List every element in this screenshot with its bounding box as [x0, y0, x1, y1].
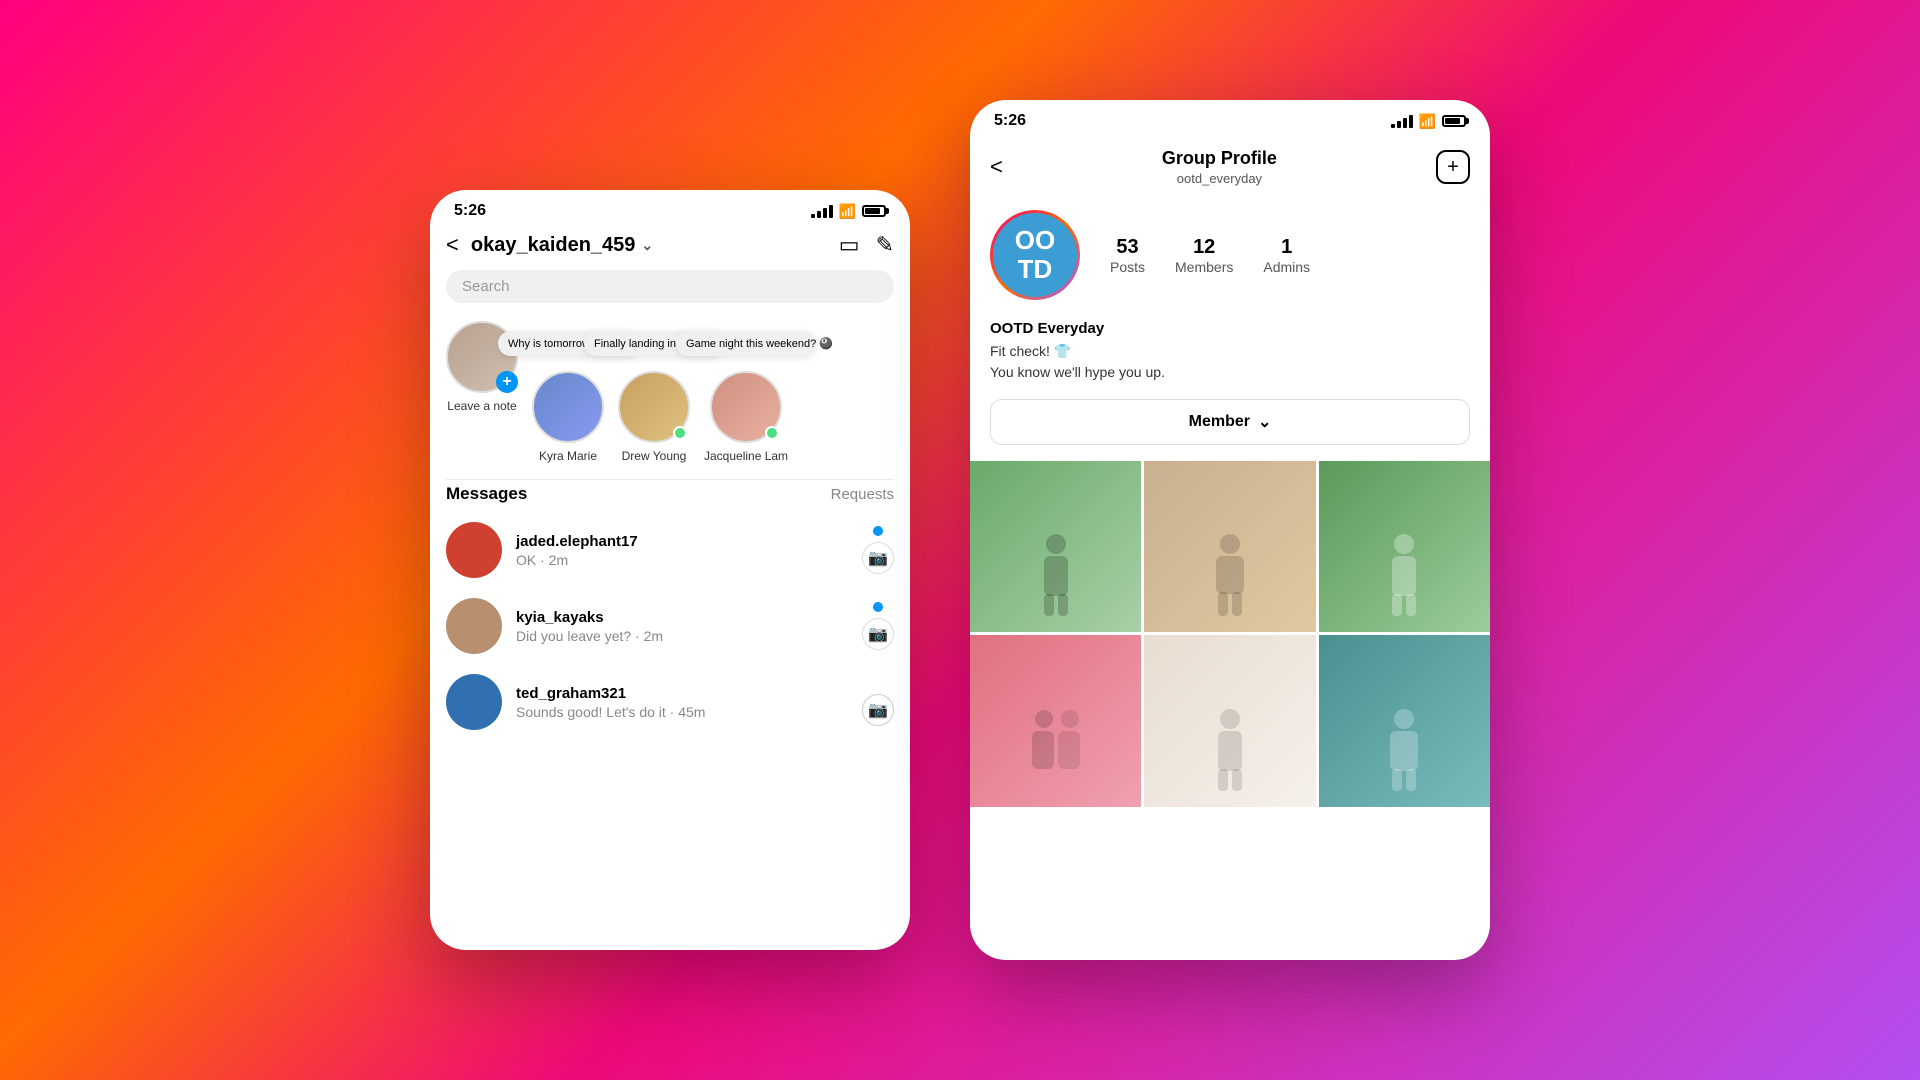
- status-icons-left: 📶: [811, 203, 886, 220]
- camera-icon-1[interactable]: 📷: [862, 618, 894, 650]
- msg-preview-0: OK · 2m: [516, 552, 848, 568]
- note-item-jacqueline[interactable]: Game night this weekend? 🎱 Jacqueline La…: [704, 371, 788, 463]
- group-bio: OOTD Everyday Fit check! 👕 You know we'l…: [970, 320, 1490, 399]
- avatar-jaded: [446, 522, 502, 578]
- right-phone: 5:26 📶 < Group Profile ootd_everyday + O…: [970, 100, 1490, 960]
- note-label-drew: Drew Young: [622, 449, 687, 463]
- search-bar[interactable]: Search: [446, 270, 894, 303]
- message-item-1[interactable]: kyia_kayaks Did you leave yet? · 2m 📷: [430, 588, 910, 664]
- add-note-button[interactable]: +: [496, 371, 518, 393]
- group-profile-title: Group Profile: [1003, 148, 1436, 169]
- note-item-drew[interactable]: Finally landing in NYC! ❤️ Drew Young: [618, 371, 690, 463]
- back-button[interactable]: <: [446, 232, 459, 258]
- avatar-kyia: [446, 598, 502, 654]
- edit-icon[interactable]: ✎: [876, 232, 894, 258]
- message-item-0[interactable]: jaded.elephant17 OK · 2m 📷: [430, 512, 910, 588]
- member-button[interactable]: Member ⌄: [990, 399, 1470, 445]
- wifi-icon-right: 📶: [1419, 113, 1436, 130]
- back-button-right[interactable]: <: [990, 154, 1003, 180]
- kyra-avatar: [532, 371, 604, 443]
- msg-username-0: jaded.elephant17: [516, 533, 848, 550]
- note-label-kyra: Kyra Marie: [539, 449, 597, 463]
- photo-cell-1[interactable]: [1144, 461, 1315, 632]
- chevron-down-icon-member: ⌄: [1258, 412, 1271, 432]
- msg-username-1: kyia_kayaks: [516, 609, 848, 626]
- message-item-2[interactable]: ted_graham321 Sounds good! Let's do it ·…: [430, 664, 910, 740]
- msg-username-2: ted_graham321: [516, 685, 848, 702]
- messages-title: Messages: [446, 484, 527, 504]
- unread-dot-1: [873, 602, 883, 612]
- time-right: 5:26: [994, 112, 1026, 130]
- note-label-self: Leave a note: [447, 399, 516, 413]
- note-bubble-jacqueline: Game night this weekend? 🎱: [676, 331, 816, 356]
- left-phone: 5:26 📶 < okay_kaiden_459 ⌄ ▭ ✎ Search: [430, 190, 910, 950]
- time-left: 5:26: [454, 202, 486, 220]
- group-avatar: OOTD: [990, 210, 1080, 300]
- status-bar-left: 5:26 📶: [430, 190, 910, 224]
- photo-cell-5[interactable]: [1319, 635, 1490, 806]
- stat-admins: 1 Admins: [1263, 236, 1310, 275]
- stat-members: 12 Members: [1175, 236, 1233, 275]
- status-bar-right: 5:26 📶: [970, 100, 1490, 134]
- photo-cell-0[interactable]: [970, 461, 1141, 632]
- avatar-ted: [446, 674, 502, 730]
- group-profile-header: < Group Profile ootd_everyday +: [970, 134, 1490, 190]
- wifi-icon: 📶: [839, 203, 856, 220]
- battery-icon: [862, 205, 886, 217]
- requests-link[interactable]: Requests: [831, 486, 894, 503]
- dm-header: < okay_kaiden_459 ⌄ ▭ ✎: [430, 224, 910, 270]
- msg-preview-2: Sounds good! Let's do it · 45m: [516, 704, 848, 720]
- dm-action-icons: ▭ ✎: [839, 232, 894, 258]
- camera-icon-2[interactable]: 📷: [862, 694, 894, 726]
- add-to-group-button[interactable]: +: [1436, 150, 1470, 184]
- note-label-jacqueline: Jacqueline Lam: [704, 449, 788, 463]
- photo-cell-2[interactable]: [1319, 461, 1490, 632]
- status-icons-right: 📶: [1391, 113, 1466, 130]
- photo-cell-3[interactable]: [970, 635, 1141, 806]
- group-avatar-initials: OOTD: [993, 213, 1077, 297]
- online-indicator-jacqueline: [765, 426, 779, 440]
- note-item-kyra[interactable]: Why is tomorrow Monday!? 😩 Kyra Marie: [532, 371, 604, 463]
- camera-icon-0[interactable]: 📷: [862, 542, 894, 574]
- group-name: OOTD Everyday: [990, 320, 1470, 337]
- online-indicator-drew: [673, 426, 687, 440]
- msg-preview-1: Did you leave yet? · 2m: [516, 628, 848, 644]
- group-info: OOTD 53 Posts 12 Members 1 Admins: [970, 190, 1490, 320]
- notes-row: + Leave a note Why is tomorrow Monday!? …: [430, 313, 910, 479]
- messages-header: Messages Requests: [430, 480, 910, 512]
- signal-icon: [811, 205, 833, 218]
- photo-cell-4[interactable]: [1144, 635, 1315, 806]
- group-stats: 53 Posts 12 Members 1 Admins: [1110, 236, 1310, 275]
- group-bio-text: Fit check! 👕 You know we'll hype you up.: [990, 341, 1470, 383]
- photo-grid: [970, 461, 1490, 807]
- chevron-down-icon: ⌄: [641, 237, 653, 254]
- group-profile-subtitle: ootd_everyday: [1003, 171, 1436, 186]
- unread-dot-0: [873, 526, 883, 536]
- video-call-icon[interactable]: ▭: [839, 232, 860, 258]
- signal-icon-right: [1391, 115, 1413, 128]
- stat-posts: 53 Posts: [1110, 236, 1145, 275]
- dm-username[interactable]: okay_kaiden_459 ⌄: [471, 234, 827, 257]
- battery-icon-right: [1442, 115, 1466, 127]
